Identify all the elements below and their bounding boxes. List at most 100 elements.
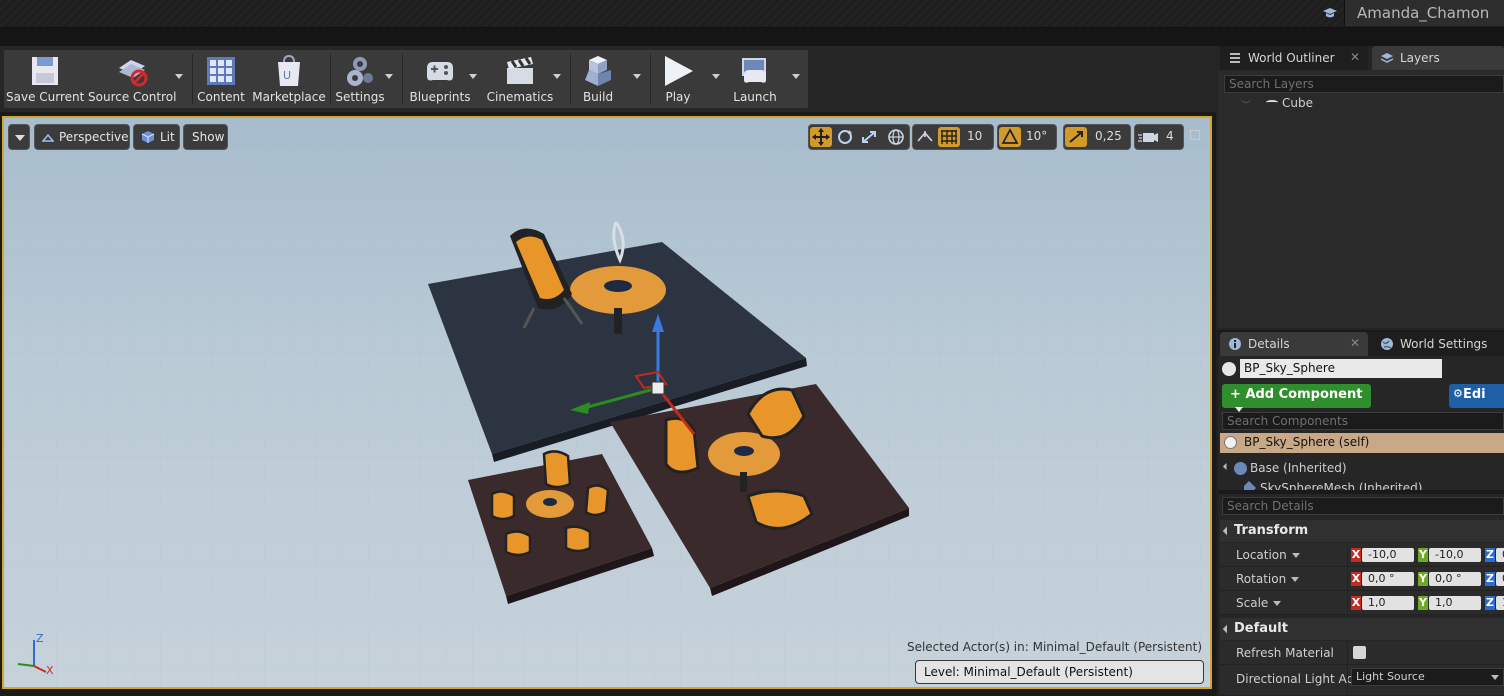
settings-dropdown-icon[interactable] xyxy=(385,74,393,79)
graduation-cap-icon[interactable] xyxy=(1322,6,1338,20)
axis-z-label: Z xyxy=(1485,548,1495,562)
location-label[interactable]: Location xyxy=(1236,548,1300,562)
refresh-material-checkbox[interactable] xyxy=(1353,646,1366,659)
surface-snap-button[interactable] xyxy=(914,127,936,147)
source-control-dropdown-icon[interactable] xyxy=(175,74,183,79)
launch-button[interactable]: Launch xyxy=(728,50,782,108)
rotation-snap-toggle[interactable] xyxy=(999,127,1021,147)
blueprints-label: Blueprints xyxy=(409,90,471,104)
tab-world-outliner[interactable]: World Outliner ✕ xyxy=(1220,46,1368,70)
blueprints-dropdown-icon[interactable] xyxy=(469,74,477,79)
viewport-options-button[interactable] xyxy=(8,124,30,150)
close-tab-icon[interactable]: ✕ xyxy=(1350,50,1360,64)
close-tab-icon[interactable]: ✕ xyxy=(1350,336,1360,350)
tab-layers[interactable]: Layers xyxy=(1372,46,1504,70)
save-icon xyxy=(32,57,58,85)
source-control-button[interactable]: Source Control xyxy=(88,50,176,108)
tab-world-outliner-label: World Outliner xyxy=(1248,51,1335,65)
level-viewport[interactable]: Z X Perspective Lit Show 10 10° 0,25 4 S… xyxy=(2,116,1212,689)
component-base-label: Base (Inherited) xyxy=(1250,461,1347,475)
scale-label[interactable]: Scale xyxy=(1236,596,1282,610)
perspective-button[interactable]: Perspective xyxy=(34,124,130,150)
component-self-row[interactable]: BP_Sky_Sphere (self) xyxy=(1220,433,1504,453)
build-dropdown-icon[interactable] xyxy=(633,74,641,79)
layer-icon xyxy=(1266,100,1278,105)
rotation-x-input[interactable]: 0,0 ° xyxy=(1362,572,1414,586)
directional-light-label: Directional Light Actor xyxy=(1236,672,1371,686)
lit-button[interactable]: Lit xyxy=(133,124,180,150)
transform-section-header[interactable]: Transform xyxy=(1220,520,1504,542)
layers-content: Search Layers Cube xyxy=(1218,70,1504,328)
globe-icon xyxy=(888,129,904,145)
rotate-tool-button[interactable] xyxy=(834,127,856,147)
edit-blueprint-label: Edi xyxy=(1463,387,1486,402)
rotation-label[interactable]: Rotation xyxy=(1236,572,1300,586)
scale-row: Scale X 1,0 Y 1,0 Z 1 xyxy=(1220,591,1504,615)
axis-y-label: Y xyxy=(1418,548,1428,562)
play-dropdown-icon[interactable] xyxy=(712,74,720,79)
show-label: Show xyxy=(192,130,225,144)
component-child-row[interactable]: SkySphereMesh (Inherited) xyxy=(1244,481,1422,490)
grid-snap-group: 10 xyxy=(912,124,994,150)
search-details-input[interactable]: Search Details xyxy=(1222,497,1504,515)
axis-z-label: Z xyxy=(1485,596,1495,610)
scale-y-input[interactable]: 1,0 xyxy=(1429,596,1481,610)
default-section-header[interactable]: Default xyxy=(1220,618,1504,640)
camera-speed-value[interactable]: 4 xyxy=(1166,129,1174,143)
column-divider xyxy=(1347,567,1348,591)
location-y-input[interactable]: -10,0 xyxy=(1429,548,1481,562)
layer-item-cube[interactable]: Cube xyxy=(1266,96,1313,110)
tab-details[interactable]: Details ✕ xyxy=(1220,332,1368,356)
grid-snap-value[interactable]: 10 xyxy=(967,129,982,143)
tab-world-settings[interactable]: World Settings xyxy=(1372,332,1504,356)
search-components-input[interactable]: Search Components xyxy=(1222,412,1504,430)
expand-arrow-icon xyxy=(1222,462,1231,471)
maximize-viewport-icon[interactable] xyxy=(1190,130,1200,140)
table-left[interactable] xyxy=(526,490,574,518)
content-button[interactable]: Content xyxy=(194,50,248,108)
play-button[interactable]: Play xyxy=(654,50,702,108)
play-label: Play xyxy=(665,90,691,104)
details-splitter[interactable] xyxy=(1218,490,1504,494)
world-local-toggle-button[interactable] xyxy=(885,127,907,147)
scale-z-input[interactable]: 1 xyxy=(1496,596,1504,610)
blueprints-button[interactable]: Blueprints xyxy=(406,50,474,108)
rotation-snap-value[interactable]: 10° xyxy=(1026,129,1047,143)
content-label: Content xyxy=(197,90,245,104)
axis-x-label: X xyxy=(1351,548,1361,562)
column-divider xyxy=(1347,591,1348,615)
selected-actor-status: Selected Actor(s) in: Minimal_Default (P… xyxy=(906,640,1202,654)
scale-tool-button[interactable] xyxy=(858,127,880,147)
component-base-row[interactable]: Base (Inherited) xyxy=(1222,461,1347,475)
scale-snap-toggle[interactable] xyxy=(1065,127,1087,147)
static-mesh-icon xyxy=(1244,481,1257,490)
settings-button[interactable]: Settings xyxy=(332,50,388,108)
save-current-button[interactable]: Save Current xyxy=(6,50,84,108)
search-layers-input[interactable]: Search Layers xyxy=(1224,75,1504,93)
marketplace-button[interactable]: U Marketplace xyxy=(252,50,326,108)
location-x-input[interactable]: -10,0 xyxy=(1362,548,1414,562)
add-component-button[interactable]: + Add Component xyxy=(1222,384,1371,412)
launch-dropdown-icon[interactable] xyxy=(792,74,800,79)
actor-name-field[interactable]: BP_Sky_Sphere xyxy=(1240,359,1442,378)
rotation-z-input[interactable]: 0 xyxy=(1496,572,1504,586)
directional-light-dropdown[interactable]: Light Source xyxy=(1351,668,1504,686)
cinematics-button[interactable]: Cinematics xyxy=(486,50,554,108)
camera-speed-group: 4 xyxy=(1134,124,1184,150)
scale-snap-value[interactable]: 0,25 xyxy=(1095,129,1122,143)
rotation-y-input[interactable]: 0,0 ° xyxy=(1429,572,1481,586)
toolbar-separator xyxy=(402,54,403,104)
build-button[interactable]: Build xyxy=(574,50,622,108)
show-button[interactable]: Show xyxy=(183,124,228,150)
cinematics-dropdown-icon[interactable] xyxy=(553,74,561,79)
camera-speed-button[interactable] xyxy=(1137,127,1159,147)
rotate-icon xyxy=(838,130,852,144)
eye-icon[interactable] xyxy=(1240,97,1252,103)
edit-blueprint-button[interactable]: ⚙ Edi xyxy=(1449,384,1504,408)
location-z-input[interactable]: 0 xyxy=(1496,548,1504,562)
translate-tool-button[interactable] xyxy=(810,127,832,147)
user-account-button[interactable]: Amanda_Chamon xyxy=(1344,0,1504,26)
directional-light-value: Light Source xyxy=(1356,670,1425,683)
grid-snap-toggle[interactable] xyxy=(938,127,960,147)
scale-x-input[interactable]: 1,0 xyxy=(1362,596,1414,610)
